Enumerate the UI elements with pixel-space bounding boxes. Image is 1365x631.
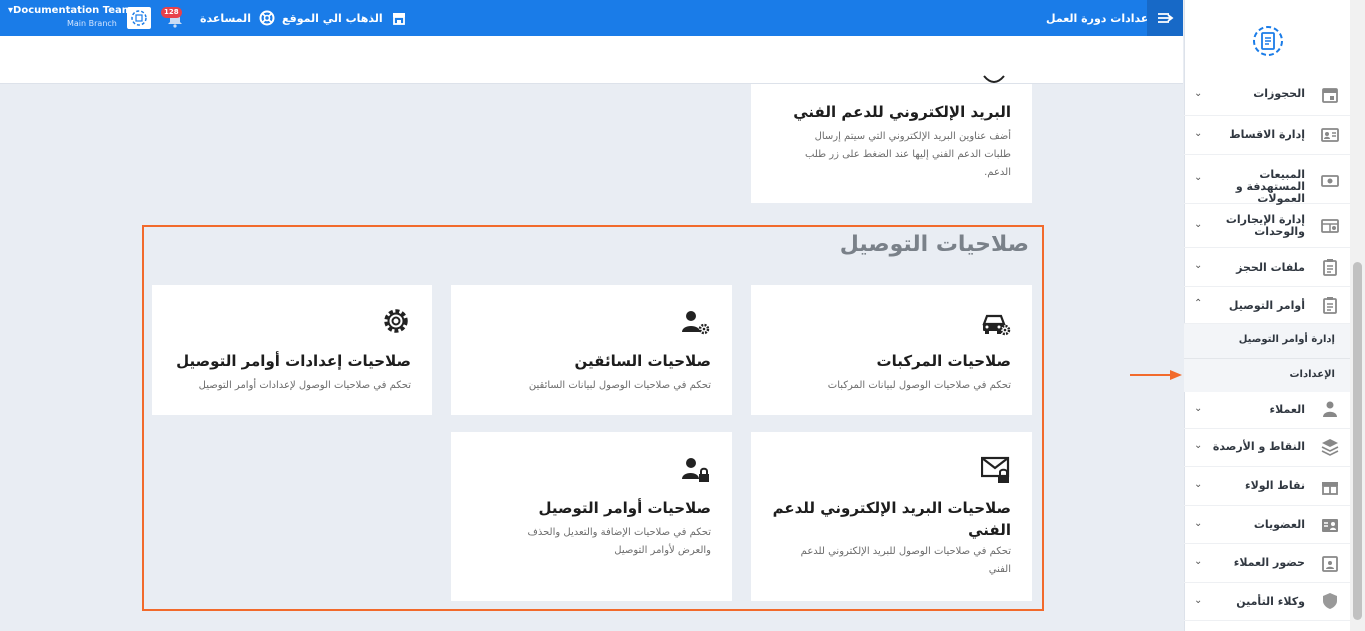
top-bar: ▾Documentation Team Main Branch 128 المس… <box>0 0 1183 36</box>
sidebar-item-label: العملاء <box>1269 403 1305 416</box>
chevron-down-icon: ⌄ <box>1194 440 1203 451</box>
sidebar-subitem-manage-delivery-orders[interactable]: إدارة أوامر التوصيل <box>1184 324 1350 358</box>
building-icon <box>1321 219 1339 233</box>
branch-avatar[interactable] <box>127 7 151 29</box>
sidebar-item-booking-files[interactable]: ملفات الحجز ⌄ <box>1184 248 1350 287</box>
sidebar-item-insurance-agents[interactable]: وكلاء التأمين ⌄ <box>1184 583 1350 621</box>
sidebar-item-label: العضويات <box>1253 518 1305 531</box>
id-card-icon <box>1321 128 1339 142</box>
goto-site-label: الذهاب الي الموقع <box>282 11 383 25</box>
sidebar-item-target-sales[interactable]: المبيعات المستهدفة و العمولات ⌄ <box>1184 155 1350 205</box>
goto-site-link[interactable]: الذهاب الي الموقع <box>282 0 407 36</box>
card-icon-partial <box>983 75 1005 83</box>
sidebar-item-delivery-orders[interactable]: أوامر التوصيل ⌃ <box>1184 287 1350 324</box>
sidebar-item-label: نقاط الولاء <box>1244 479 1305 492</box>
chevron-down-icon: ⌄ <box>1194 88 1203 99</box>
chevron-up-icon: ⌃ <box>1194 298 1203 309</box>
sidebar-item-customer-attendance[interactable]: حضور العملاء ⌄ <box>1184 544 1350 583</box>
calendar-icon <box>1322 88 1338 103</box>
help-link[interactable]: المساعدة <box>200 0 275 36</box>
logo-icon <box>131 10 147 26</box>
chevron-down-icon: ⌄ <box>1194 403 1203 414</box>
sidebar-item-installments[interactable]: إدارة الاقساط ⌄ <box>1184 116 1350 155</box>
layers-icon <box>1321 439 1339 456</box>
sidebar-item-label: إدارة الإيجارات والوحدات <box>1225 213 1305 238</box>
money-icon <box>1321 175 1339 187</box>
highlight-box <box>142 225 1044 611</box>
membership-card-icon <box>1322 519 1338 532</box>
sidebar-item-bookings[interactable]: الحجوزات ⌄ <box>1184 76 1350 116</box>
sidebar-item-loyalty-points[interactable]: نقاط الولاء ⌄ <box>1184 467 1350 506</box>
sidebar-item-label: أوامر التوصيل <box>1228 299 1305 312</box>
help-label: المساعدة <box>200 11 251 25</box>
calendar-user-icon <box>1322 556 1338 572</box>
page-title: اعدادات دورة العمل <box>1046 11 1153 25</box>
sidebar-item-label: المبيعات المستهدفة و العمولات <box>1235 168 1305 205</box>
sidebar-subitem-label: الإعدادات <box>1289 369 1335 380</box>
chevron-down-icon: ⌄ <box>1194 479 1203 490</box>
chevron-down-icon: ⌄ <box>1194 219 1203 230</box>
app-logo-icon[interactable] <box>1252 24 1284 58</box>
sidebar-item-memberships[interactable]: العضويات ⌄ <box>1184 506 1350 544</box>
sidebar-item-label: النقاط و الأرصدة <box>1212 440 1305 453</box>
clipboard-icon <box>1323 259 1337 276</box>
chevron-down-icon: ⌄ <box>1194 595 1203 606</box>
chevron-down-icon: ⌄ <box>1194 172 1203 183</box>
card-description: أضف عناوين البريد الإلكتروني التي سيتم إ… <box>804 131 1011 178</box>
sidebar-item-label: وكلاء التأمين <box>1236 595 1305 608</box>
sidebar-item-label: ملفات الحجز <box>1236 261 1305 274</box>
gift-icon <box>1322 482 1338 495</box>
sidebar-item-customers[interactable]: العملاء ⌄ <box>1184 392 1350 429</box>
chevron-down-icon: ⌄ <box>1194 260 1203 271</box>
chevron-down-icon: ⌄ <box>1194 556 1203 567</box>
notification-badge: 128 <box>161 7 182 18</box>
sidebar-item-label: إدارة الاقساط <box>1229 128 1305 141</box>
collapse-arrow-icon <box>1158 13 1174 23</box>
sidebar-item-label: الحجوزات <box>1253 87 1305 100</box>
support-email-card[interactable]: البريد الإلكتروني للدعم الفني أضف عناوين… <box>751 75 1032 203</box>
shield-icon <box>1323 593 1337 609</box>
user-name: Documentation Team <box>13 5 133 16</box>
lifebuoy-icon <box>259 10 275 26</box>
chevron-down-icon: ⌄ <box>1194 518 1203 529</box>
pointer-arrow-icon <box>1130 370 1182 380</box>
sidebar-item-rentals[interactable]: إدارة الإيجارات والوحدات ⌄ <box>1184 204 1350 248</box>
sidebar-scrollbar-thumb[interactable] <box>1353 262 1362 620</box>
chevron-down-icon: ⌄ <box>1194 128 1203 139</box>
sidebar-item-label: حضور العملاء <box>1233 556 1305 569</box>
clipboard-icon <box>1323 297 1337 314</box>
branch-name: Main Branch <box>67 19 117 28</box>
sidebar-subitem-label: إدارة أوامر التوصيل <box>1238 334 1335 345</box>
sidebar-subitem-settings[interactable]: الإعدادات <box>1184 358 1350 392</box>
store-icon <box>392 13 405 25</box>
sidebar-toggle-button[interactable] <box>1147 0 1183 36</box>
sidebar-item-points-balances[interactable]: النقاط و الأرصدة ⌄ <box>1184 429 1350 467</box>
user-icon <box>1323 401 1337 417</box>
card-title: البريد الإلكتروني للدعم الفني <box>793 103 1011 121</box>
user-menu[interactable]: ▾Documentation Team <box>8 5 132 16</box>
